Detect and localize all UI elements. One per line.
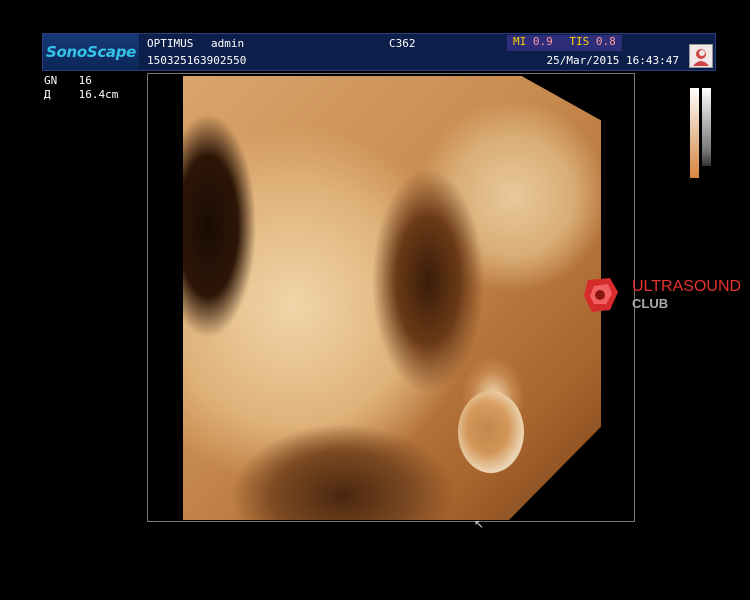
ultrasound-club-logo-icon	[584, 278, 618, 312]
tis-label: TIS	[569, 35, 590, 48]
person-thumbnail-icon[interactable]	[689, 44, 713, 68]
scan-params: GN 16 Д 16.4cm	[44, 74, 118, 102]
gain-label: GN	[44, 74, 58, 87]
gain-value: 16	[78, 74, 92, 87]
mouse-pointer-icon: ↖	[474, 517, 485, 531]
gain-row: GN 16	[44, 74, 118, 88]
tis-value: 0.8	[595, 35, 616, 48]
watermark-line2: CLUB	[632, 296, 669, 311]
operator-name: admin	[211, 37, 245, 50]
gray-map-strip	[702, 88, 711, 166]
3d-render-image	[183, 76, 601, 520]
brand-name: SonoScape	[45, 43, 137, 61]
brand-logo: SonoScape	[43, 34, 139, 70]
mi-label: MI	[513, 35, 527, 48]
depth-label: Д	[44, 88, 51, 101]
watermark: ULTRASOUND CLUB	[580, 272, 748, 318]
watermark-line1: ULTRASOUND	[632, 278, 742, 295]
info-row-bottom: 150325163902550 25/Mar/2015 16:43:47	[143, 54, 685, 69]
color-map-bar	[690, 88, 712, 180]
lesion-region	[458, 391, 524, 473]
patient-id: 150325163902550	[147, 54, 247, 67]
hospital-name: OPTIMUS	[147, 37, 194, 50]
info-row-top: OPTIMUS admin C362 MI 0.9 TIS 0.8	[143, 35, 685, 52]
depth-value: 16.4cm	[78, 88, 119, 101]
depth-row: Д 16.4cm	[44, 88, 118, 102]
mi-value: 0.9	[532, 35, 553, 48]
ultrasound-viewport[interactable]	[147, 73, 635, 522]
probe-label: C362	[389, 37, 416, 50]
mi-tis-indicator: MI 0.9 TIS 0.8	[507, 35, 622, 51]
exam-datetime: 25/Mar/2015 16:43:47	[546, 54, 679, 67]
header-bar: SonoScape OPTIMUS admin C362 MI 0.9 TIS …	[42, 33, 716, 71]
color-map-strip	[690, 88, 699, 178]
